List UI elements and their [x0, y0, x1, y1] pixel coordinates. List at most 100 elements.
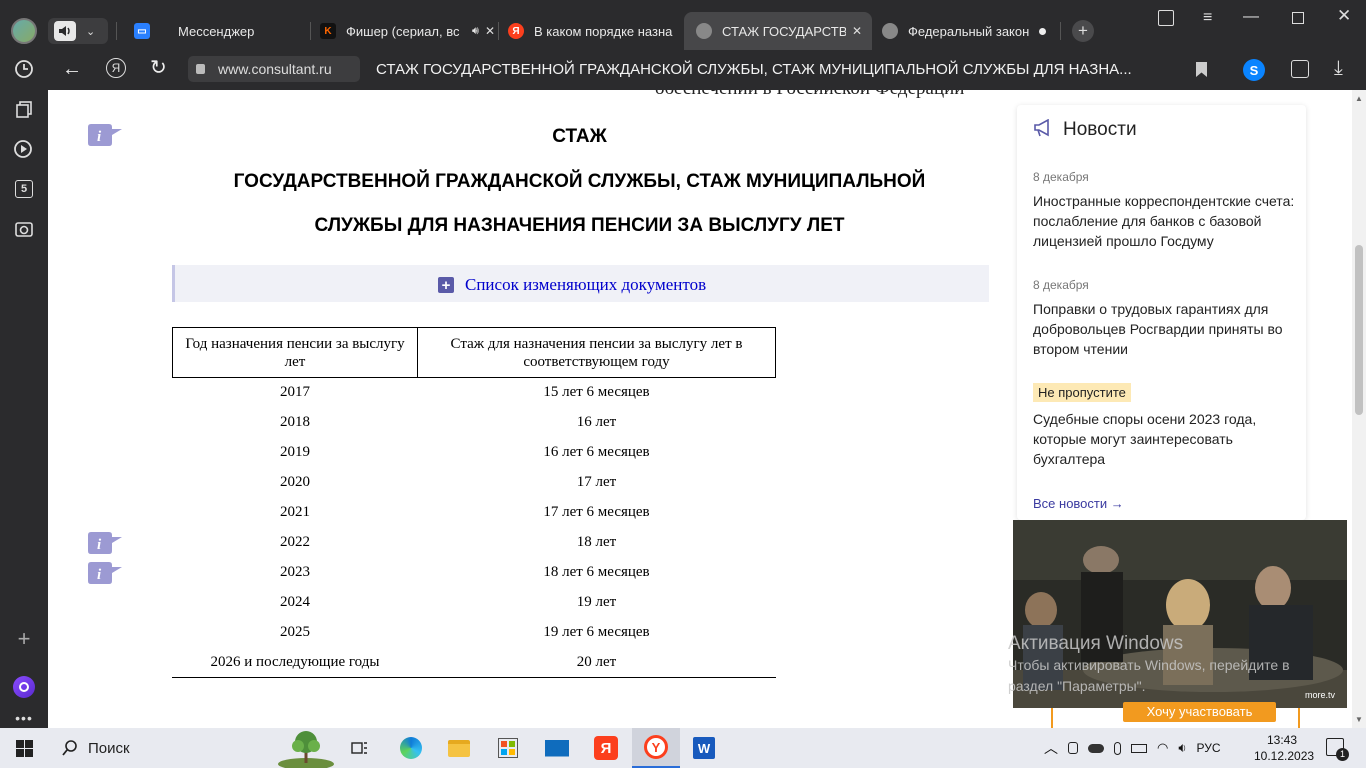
table-row: 2025 19 лет 6 месяцев — [173, 618, 776, 648]
downloads-icon[interactable]: ⤓ — [1334, 57, 1343, 80]
reload-icon[interactable]: ↻ — [150, 55, 167, 80]
cell-year: 2017 — [280, 384, 310, 401]
chevron-up-icon[interactable]: ︿ — [1044, 738, 1058, 758]
file-explorer-icon[interactable] — [443, 732, 475, 764]
activation-watermark-title: Активация Windows — [1008, 633, 1184, 654]
search-placeholder: Поиск — [88, 739, 130, 757]
cell-service-length: 19 лет 6 месяцев — [543, 624, 650, 640]
yandex-home-icon[interactable]: Я — [106, 58, 126, 78]
yandex-taskbar-icon[interactable]: Я — [590, 732, 622, 764]
scrollbar-thumb[interactable] — [1355, 245, 1363, 415]
news-item-link[interactable]: Поправки о трудовых гарантиях для добров… — [1033, 299, 1295, 359]
task-view-icon[interactable] — [344, 732, 376, 764]
news-widget: Новости 8 декабря Иностранные корреспонд… — [1017, 105, 1306, 520]
unsaved-dot-icon — [1039, 27, 1046, 35]
cell-service-length: 15 лет 6 месяцев — [543, 384, 650, 401]
history-icon[interactable] — [12, 57, 36, 81]
page-content: обеспечении в Российской Федерации i СТА… — [48, 90, 1352, 728]
tab-fisher[interactable]: K Фишер (сериал, вс 🔊︎ ✕ — [312, 12, 495, 50]
tab-collections-icon[interactable] — [1158, 10, 1174, 26]
volume-icon[interactable]: 🔉︎ — [1178, 740, 1186, 756]
url-field[interactable]: www.consultant.ru — [188, 56, 360, 82]
close-window-button[interactable]: ✕ — [1337, 6, 1351, 26]
table-row: 2018 16 лет — [173, 408, 776, 438]
table-row: 2017 15 лет 6 месяцев — [173, 378, 776, 408]
megaphone-icon — [1033, 118, 1053, 137]
close-icon[interactable]: ✕ — [485, 24, 495, 38]
cell-service-length: 17 лет — [576, 474, 617, 490]
bookmark-icon[interactable] — [1196, 62, 1207, 77]
search-icon — [62, 740, 77, 756]
table-header-row: Год назначения пенсии за выслугу лет Ста… — [172, 327, 776, 378]
more-icon[interactable]: ••• — [12, 706, 36, 730]
new-tab-button[interactable]: + — [1072, 20, 1094, 42]
cell-year: 2018 — [280, 414, 310, 430]
changes-expand-toggle[interactable]: + Список изменяющих документов — [438, 275, 706, 295]
activation-watermark-line2: раздел "Параметры". — [1008, 678, 1146, 694]
cell-year: 2023 — [280, 564, 310, 580]
news-item-link[interactable]: Иностранные корреспондентские счета: пос… — [1033, 191, 1295, 251]
browser-title-bar: ⌄ ▭ Мессенджер K Фишер (сериал, вс 🔊︎ ✕ … — [0, 0, 1366, 50]
messenger-icon: ▭ — [134, 23, 150, 39]
input-language[interactable]: РУС — [1197, 741, 1221, 755]
participate-button[interactable]: Хочу участвовать — [1123, 702, 1276, 722]
microphone-icon[interactable] — [1114, 741, 1121, 755]
word-icon[interactable]: W — [688, 732, 720, 764]
video-watermark: more.tv — [1304, 690, 1335, 700]
video-player-icon[interactable] — [12, 137, 36, 161]
add-panel-icon[interactable]: + — [12, 626, 36, 651]
page-scrollbar[interactable]: ▲ ▼ — [1352, 90, 1366, 728]
clock-date: 10.12.2023 — [1254, 749, 1315, 763]
all-news-link[interactable]: Все новости → — [1033, 496, 1124, 511]
tab-label: Мессенджер — [178, 23, 255, 39]
table-row: 2023 18 лет 6 месяцев — [173, 558, 776, 588]
promo-item-link[interactable]: Судебные споры осени 2023 года, которые … — [1033, 409, 1295, 469]
tab-consultant-active[interactable]: СТАЖ ГОСУДАРСТВЕН ✕ — [684, 12, 872, 50]
maximize-button[interactable] — [1292, 12, 1304, 24]
info-note-icon[interactable]: i — [88, 532, 122, 554]
info-note-icon[interactable]: i — [88, 562, 122, 584]
scroll-up-icon[interactable]: ▲ — [1355, 94, 1363, 103]
cell-service-length: 16 лет 6 месяцев — [543, 444, 650, 460]
tab-yandex-answer[interactable]: Я В каком порядке назна — [500, 12, 684, 50]
consultant-icon — [696, 23, 712, 39]
windows-start-icon[interactable] — [16, 740, 33, 757]
sound-toggle-button[interactable]: ⌄ — [48, 18, 108, 44]
address-bar-row: ← Я ↻ www.consultant.ru СТАЖ ГОСУДАРСТВЕ… — [48, 50, 1366, 90]
cell-year: 2026 и последующие годы — [210, 654, 380, 670]
app-badge-label: 5 — [15, 180, 33, 198]
cell-year: 2021 — [280, 504, 310, 520]
webcam-icon[interactable] — [1068, 742, 1078, 754]
tab-federal-law[interactable]: Федеральный закон — [876, 12, 1060, 50]
changes-link[interactable]: Список изменяющих документов — [465, 275, 706, 295]
back-icon[interactable]: ← — [62, 58, 82, 81]
cloud-icon[interactable] — [1088, 743, 1104, 753]
close-icon[interactable]: ✕ — [852, 24, 862, 38]
battery-icon[interactable] — [1131, 743, 1147, 753]
numbered-app-icon[interactable]: 5 — [12, 177, 36, 201]
speaker-icon — [54, 21, 76, 41]
news-title: Новости — [1063, 119, 1137, 140]
profile-avatar[interactable] — [11, 18, 37, 44]
tab-messenger[interactable]: ▭ Мессенджер — [124, 12, 304, 50]
edge-browser-icon[interactable] — [395, 732, 427, 764]
mail-icon[interactable] — [541, 732, 573, 764]
cell-year: 2022 — [280, 534, 310, 550]
collections-icon[interactable] — [12, 97, 36, 121]
wifi-icon[interactable]: ◠ — [1157, 740, 1168, 756]
table-body: 2017 15 лет 6 месяцев 2018 16 лет 2019 16 лет… — [173, 378, 776, 678]
scroll-down-icon[interactable]: ▼ — [1355, 715, 1363, 724]
alice-assistant-icon[interactable] — [12, 675, 36, 699]
clock[interactable]: 13:43 10.12.2023 — [1254, 732, 1315, 764]
minimize-button[interactable]: — — [1243, 8, 1259, 26]
menu-icon[interactable]: ≡ — [1203, 9, 1212, 27]
extensions-icon[interactable] — [1291, 60, 1309, 78]
screenshot-icon[interactable] — [12, 217, 36, 241]
taskbar-search-box[interactable]: Поиск — [48, 728, 338, 768]
table-row: 2020 17 лет — [173, 468, 776, 498]
url-domain: www.consultant.ru — [218, 61, 332, 77]
page-title-in-omnibox[interactable]: СТАЖ ГОСУДАРСТВЕННОЙ ГРАЖДАНСКОЙ СЛУЖБЫ,… — [376, 61, 1132, 78]
microsoft-store-icon[interactable] — [492, 732, 524, 764]
shazam-extension-icon[interactable]: S — [1243, 59, 1265, 81]
yandex-browser-taskbar-icon[interactable]: Y — [632, 728, 680, 768]
